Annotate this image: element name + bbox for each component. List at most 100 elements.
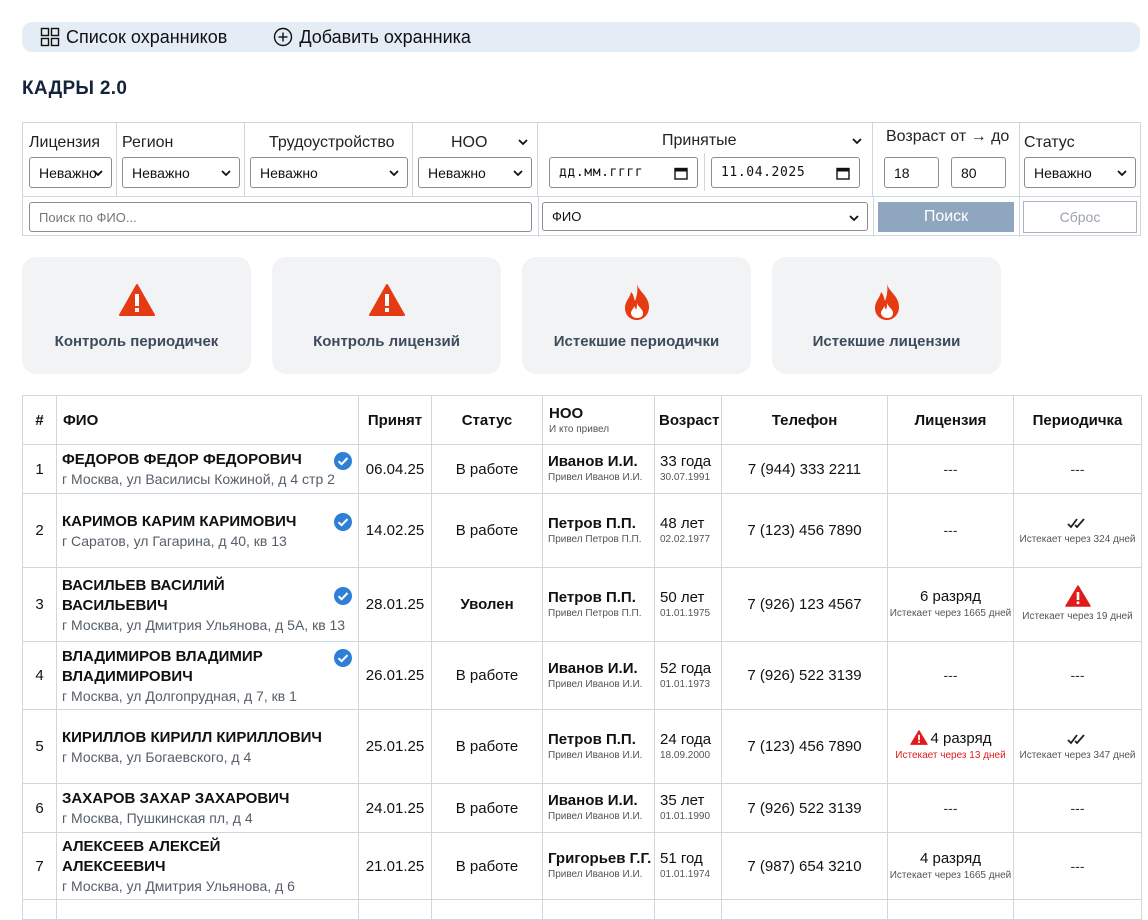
filter-hired-label: Принятые: [662, 132, 737, 149]
card-periodic-control[interactable]: Контроль периодичек: [22, 257, 251, 374]
row-noo: Иванов И.И. Привел Иванов И.И.: [542, 444, 655, 494]
table-row[interactable]: 1 ФЕДОРОВ ФЕДОР ФЕДОРОВИЧ г Москва, ул В…: [22, 444, 1142, 494]
hired-to-date-input[interactable]: 11.04.2025: [711, 157, 860, 188]
row-age: 50 лет 01.01.1975: [654, 567, 722, 642]
col-num: #: [22, 395, 57, 445]
status-select-value: Неважно: [1034, 164, 1092, 181]
page-title: КАДРЫ 2.0: [22, 78, 128, 99]
birth-date: 30.07.1991: [660, 472, 711, 483]
chevron-down-icon: [93, 170, 103, 177]
table-row[interactable]: 4 ВЛАДИМИРОВ ВЛАДИМИР ВЛАДИМИРОВИЧ г Мос…: [22, 641, 1142, 710]
periodic-expiry-note: Истекает через 347 дней: [1019, 750, 1136, 761]
guard-address: г Москва, ул Дмитрия Ульянова, д 5А, кв …: [62, 616, 346, 633]
guard-name[interactable]: ЗАХАРОВ ЗАХАР ЗАХАРОВИЧ: [62, 789, 353, 809]
row-cell: [654, 899, 722, 920]
noo-referrer: Привел Иванов И.И.: [548, 678, 643, 690]
table-row[interactable]: 7 АЛЕКСЕЕВ АЛЕКСЕЙ АЛЕКСЕЕВИЧ г Москва, …: [22, 832, 1142, 900]
guard-name[interactable]: АЛЕКСЕЕВ АЛЕКСЕЙ АЛЕКСЕЕВИЧ: [62, 837, 353, 877]
filter-status-label: Статус: [1024, 134, 1075, 151]
guard-name[interactable]: КИРИЛЛОВ КИРИЛЛ КИРИЛЛОВИЧ: [62, 728, 353, 748]
guard-address: г Москва, ул Дмитрия Ульянова, д 6: [62, 878, 295, 894]
card-expired-periodic[interactable]: Истекшие периодички: [522, 257, 751, 374]
periodic-empty: ---: [1070, 857, 1085, 874]
filter-hired: Принятые дд.мм.гггг 11.04.2025: [538, 123, 873, 196]
birth-date: 01.01.1973: [660, 678, 711, 690]
filter-noo: НОО Неважно: [413, 123, 538, 196]
search-field-select[interactable]: ФИО: [542, 202, 868, 231]
age-from-input[interactable]: 18: [884, 157, 939, 188]
guard-name[interactable]: ФЕДОРОВ ФЕДОР ФЕДОРОВИЧ: [62, 450, 353, 470]
row-fio[interactable]: КИРИЛЛОВ КИРИЛЛ КИРИЛЛОВИЧ г Москва, ул …: [56, 709, 359, 784]
guard-name[interactable]: КАРИМОВ КАРИМ КАРИМОВИЧ: [62, 512, 353, 532]
noo-referrer: Привел Иванов И.И.: [548, 869, 643, 880]
status-select[interactable]: Неважно: [1024, 157, 1136, 188]
table-row[interactable]: 5 КИРИЛЛОВ КИРИЛЛ КИРИЛЛОВИЧ г Москва, у…: [22, 709, 1142, 784]
chevron-down-icon: [1117, 170, 1127, 177]
guard-name[interactable]: ВЛАДИМИРОВ ВЛАДИМИР ВЛАДИМИРОВИЧ: [62, 647, 353, 687]
age-to-input[interactable]: 80: [951, 157, 1006, 188]
verified-icon: [334, 452, 352, 470]
chevron-down-icon: [389, 170, 399, 177]
table-row[interactable]: 2 КАРИМОВ КАРИМ КАРИМОВИЧ г Саратов, ул …: [22, 493, 1142, 568]
table-row[interactable]: [22, 899, 1142, 920]
noo-select[interactable]: Неважно: [418, 157, 532, 188]
birth-date: 18.09.2000: [660, 749, 711, 761]
row-num: 2: [22, 493, 57, 568]
row-license: 6 разряд Истекает через 1665 дней: [887, 567, 1014, 642]
double-check-icon: [1066, 734, 1085, 745]
card-license-control[interactable]: Контроль лицензий: [272, 257, 501, 374]
guard-name[interactable]: ВАСИЛЬЕВ ВАСИЛИЙ ВАСИЛЬЕВИЧ: [62, 576, 353, 616]
row-cell: [358, 899, 432, 920]
filter-license: Лицензия Неважно: [23, 123, 117, 196]
row-fio[interactable]: ВЛАДИМИРОВ ВЛАДИМИР ВЛАДИМИРОВИЧ г Москв…: [56, 641, 359, 710]
age-value: 48 лет: [660, 514, 705, 532]
row-age: 35 лет 01.01.1990: [654, 783, 722, 833]
row-fio[interactable]: ВАСИЛЬЕВ ВАСИЛИЙ ВАСИЛЬЕВИЧ г Москва, ул…: [56, 567, 359, 642]
row-periodic: ---: [1013, 641, 1142, 710]
license-expiry-note: Истекает через 13 дней: [895, 750, 1006, 761]
row-cell: [22, 899, 57, 920]
table-header-row: # ФИО Принят Статус НОО И кто привел Возр…: [22, 395, 1142, 445]
hired-to-value: 11.04.2025: [721, 165, 806, 180]
license-grade-wrap: 4 разряд: [888, 730, 1013, 748]
row-periodic: ---: [1013, 783, 1142, 833]
row-fio[interactable]: КАРИМОВ КАРИМ КАРИМОВИЧ г Саратов, ул Га…: [56, 493, 359, 568]
license-empty: ---: [943, 460, 958, 477]
periodic-empty: ---: [1070, 460, 1085, 477]
chevron-down-icon[interactable]: [851, 135, 863, 147]
card-expired-licenses[interactable]: Истекшие лицензии: [772, 257, 1001, 374]
employment-select[interactable]: Неважно: [250, 157, 408, 188]
region-select[interactable]: Неважно: [122, 157, 240, 188]
nav-guard-list-label: Список охранников: [66, 26, 228, 47]
warning-icon: [369, 284, 405, 316]
fio-search-input[interactable]: Поиск по ФИО...: [29, 202, 532, 232]
row-fio[interactable]: ФЕДОРОВ ФЕДОР ФЕДОРОВИЧ г Москва, ул Вас…: [56, 444, 359, 494]
noo-referrer: Привел Иванов И.И.: [548, 472, 643, 483]
filter-license-label: Лицензия: [29, 134, 101, 151]
chevron-down-icon: [221, 170, 231, 177]
chevron-down-icon[interactable]: [517, 136, 529, 148]
row-age: 48 лет 02.02.1977: [654, 493, 722, 568]
row-fio[interactable]: АЛЕКСЕЕВ АЛЕКСЕЙ АЛЕКСЕЕВИЧ г Москва, ул…: [56, 832, 359, 900]
row-noo: Петров П.П. Привел Петров П.П.: [542, 567, 655, 642]
table-row[interactable]: 3 ВАСИЛЬЕВ ВАСИЛИЙ ВАСИЛЬЕВИЧ г Москва, …: [22, 567, 1142, 642]
row-age: 52 года 01.01.1973: [654, 641, 722, 710]
nav-guard-list[interactable]: Список охранников: [40, 27, 227, 48]
age-value: 33 года: [660, 453, 712, 470]
nav-add-guard[interactable]: Добавить охранника: [273, 27, 471, 48]
table-row[interactable]: 6 ЗАХАРОВ ЗАХАР ЗАХАРОВИЧ г Москва, Пушк…: [22, 783, 1142, 833]
row-fio[interactable]: ЗАХАРОВ ЗАХАР ЗАХАРОВИЧ г Москва, Пушкин…: [56, 783, 359, 833]
reset-button[interactable]: Сброс: [1023, 201, 1137, 233]
filter-employment: Трудоустройство Неважно: [245, 123, 413, 196]
filter-age-label: Возраст от → до: [886, 128, 1010, 145]
license-select[interactable]: Неважно: [29, 157, 112, 188]
calendar-icon[interactable]: [836, 166, 850, 180]
row-hired: 28.01.25: [358, 567, 432, 642]
row-num: 1: [22, 444, 57, 494]
search-button[interactable]: Поиск: [878, 202, 1014, 232]
calendar-icon[interactable]: [674, 166, 688, 180]
search-divider-2: [873, 197, 874, 237]
row-noo: Петров П.П. Привел Иванов И.И.: [542, 709, 655, 784]
license-grade: 4 разряд: [930, 730, 992, 747]
hired-from-date-input[interactable]: дд.мм.гггг: [549, 157, 698, 188]
